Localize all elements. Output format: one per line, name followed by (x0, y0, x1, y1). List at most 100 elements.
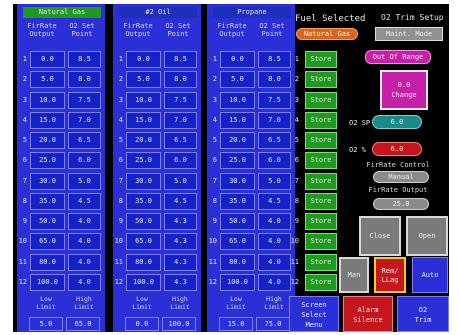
o2-setpoint-cell[interactable]: 4.3 (164, 233, 197, 251)
store-button[interactable]: Store (305, 172, 337, 190)
o2-setpoint-cell[interactable]: 8.5 (164, 51, 197, 68)
firrate-cell[interactable]: 65.0 (220, 233, 255, 251)
high-limit-value[interactable]: 65.0 (66, 317, 100, 331)
maint-mode-button[interactable]: Maint. Mode (375, 27, 443, 41)
firrate-cell[interactable]: 15.0 (30, 111, 65, 129)
firrate-cell[interactable]: 50.0 (30, 213, 65, 230)
firrate-cell[interactable]: 10.0 (220, 91, 255, 109)
o2-setpoint-cell[interactable]: 5.0 (164, 172, 197, 190)
o2-setpoint-cell[interactable]: 7.5 (68, 91, 101, 109)
firrate-cell[interactable]: 0.0 (30, 51, 65, 68)
store-button[interactable]: Store (305, 132, 337, 149)
low-limit-value[interactable]: 15.0 (219, 317, 253, 331)
high-limit-value[interactable]: 75.0 (256, 317, 290, 331)
firrate-cell[interactable]: 35.0 (30, 192, 65, 210)
o2-setpoint-cell[interactable]: 8.5 (68, 51, 101, 68)
firrate-cell[interactable]: 30.0 (30, 172, 65, 190)
firrate-cell[interactable]: 65.0 (126, 233, 161, 251)
store-button[interactable]: Store (305, 273, 337, 291)
low-limit-value[interactable]: 0.0 (125, 317, 159, 331)
o2-setpoint-cell[interactable]: 4.0 (258, 253, 291, 271)
firrate-output-value[interactable]: 25.0 (373, 198, 429, 210)
firrate-cell[interactable]: 50.0 (126, 213, 161, 230)
o2-setpoint-cell[interactable]: 4.3 (164, 253, 197, 271)
firrate-cell[interactable]: 25.0 (220, 152, 255, 170)
fuel-selected-value[interactable]: Natural Gas (296, 28, 358, 40)
o2-setpoint-cell[interactable]: 4.0 (68, 213, 101, 230)
firrate-cell[interactable]: 5.0 (220, 71, 255, 89)
firrate-cell[interactable]: 10.0 (126, 91, 161, 109)
firrate-cell[interactable]: 5.0 (126, 71, 161, 89)
auto-button[interactable]: Auto (412, 257, 448, 293)
firrate-cell[interactable]: 10.0 (30, 91, 65, 109)
o2-setpoint-cell[interactable]: 7.0 (258, 111, 291, 129)
firrate-cell[interactable]: 50.0 (220, 213, 255, 230)
firrate-cell[interactable]: 0.0 (126, 51, 161, 68)
o2-trim-button[interactable]: O2 Trim (397, 296, 449, 332)
firrate-cell[interactable]: 20.0 (220, 132, 255, 149)
o2-setpoint-cell[interactable]: 4.5 (68, 192, 101, 210)
firrate-cell[interactable]: 20.0 (30, 132, 65, 149)
open-button[interactable]: Open (406, 216, 448, 256)
o2-setpoint-cell[interactable]: 6.0 (258, 152, 291, 170)
firrate-cell[interactable]: 20.0 (126, 132, 161, 149)
o2-setpoint-cell[interactable]: 8.5 (258, 51, 291, 68)
firrate-cell[interactable]: 15.0 (220, 111, 255, 129)
o2-setpoint-cell[interactable]: 6.5 (164, 132, 197, 149)
firrate-cell[interactable]: 0.0 (220, 51, 255, 68)
close-button[interactable]: Close (359, 216, 401, 256)
firrate-cell[interactable]: 15.0 (126, 111, 161, 129)
store-button[interactable]: Store (305, 71, 337, 89)
o2-setpoint-cell[interactable]: 8.0 (164, 71, 197, 89)
store-button[interactable]: Store (305, 152, 337, 170)
o2-setpoint-cell[interactable]: 4.0 (68, 253, 101, 271)
store-button[interactable]: Store (305, 213, 337, 230)
o2-setpoint-cell[interactable]: 4.0 (68, 233, 101, 251)
firrate-cell[interactable]: 65.0 (30, 233, 65, 251)
store-button[interactable]: Store (305, 111, 337, 129)
firrate-cell[interactable]: 30.0 (220, 172, 255, 190)
store-button[interactable]: Store (305, 91, 337, 109)
store-button[interactable]: Store (305, 253, 337, 271)
man-button[interactable]: Man (339, 257, 369, 293)
o2-setpoint-cell[interactable]: 6.5 (258, 132, 291, 149)
store-button[interactable]: Store (305, 233, 337, 251)
firrate-cell[interactable]: 25.0 (126, 152, 161, 170)
o2-setpoint-cell[interactable]: 8.0 (258, 71, 291, 89)
o2-setpoint-cell[interactable]: 5.0 (258, 172, 291, 190)
firrate-control-value[interactable]: Manual (373, 171, 429, 183)
o2-setpoint-cell[interactable]: 4.3 (164, 213, 197, 230)
firrate-cell[interactable]: 100.0 (126, 273, 161, 291)
firrate-cell[interactable]: 25.0 (30, 152, 65, 170)
high-limit-value[interactable]: 100.0 (162, 317, 196, 331)
alarm-silence-button[interactable]: Alarm Silence (343, 296, 393, 332)
o2-setpoint-cell[interactable]: 6.0 (164, 152, 197, 170)
o2-setpoint-cell[interactable]: 4.5 (258, 192, 291, 210)
firrate-cell[interactable]: 5.0 (30, 71, 65, 89)
o2-setpoint-cell[interactable]: 4.0 (258, 213, 291, 230)
screen-select-menu-button[interactable]: Screen Select Menu (289, 296, 339, 332)
o2-setpoint-cell[interactable]: 4.3 (164, 273, 197, 291)
rem-llag-button[interactable]: Rem/ LLag (374, 257, 406, 293)
firrate-cell[interactable]: 80.0 (30, 253, 65, 271)
o2-setpoint-cell[interactable]: 4.0 (258, 233, 291, 251)
o2-setpoint-cell[interactable]: 5.0 (68, 172, 101, 190)
o2-setpoint-cell[interactable]: 8.0 (68, 71, 101, 89)
low-limit-value[interactable]: 5.0 (29, 317, 63, 331)
o2-setpoint-cell[interactable]: 4.0 (258, 273, 291, 291)
firrate-cell[interactable]: 100.0 (220, 273, 255, 291)
firrate-cell[interactable]: 35.0 (220, 192, 255, 210)
o2-setpoint-cell[interactable]: 7.5 (258, 91, 291, 109)
o2-setpoint-cell[interactable]: 4.5 (164, 192, 197, 210)
store-button[interactable]: Store (305, 192, 337, 210)
o2-setpoint-cell[interactable]: 7.5 (164, 91, 197, 109)
o2-setpoint-cell[interactable]: 6.0 (68, 152, 101, 170)
store-button[interactable]: Store (305, 51, 337, 68)
firrate-cell[interactable]: 80.0 (220, 253, 255, 271)
o2-setpoint-cell[interactable]: 4.0 (68, 273, 101, 291)
firrate-cell[interactable]: 30.0 (126, 172, 161, 190)
firrate-cell[interactable]: 100.0 (30, 273, 65, 291)
o2-setpoint-cell[interactable]: 7.0 (68, 111, 101, 129)
firrate-cell[interactable]: 35.0 (126, 192, 161, 210)
firrate-cell[interactable]: 80.0 (126, 253, 161, 271)
